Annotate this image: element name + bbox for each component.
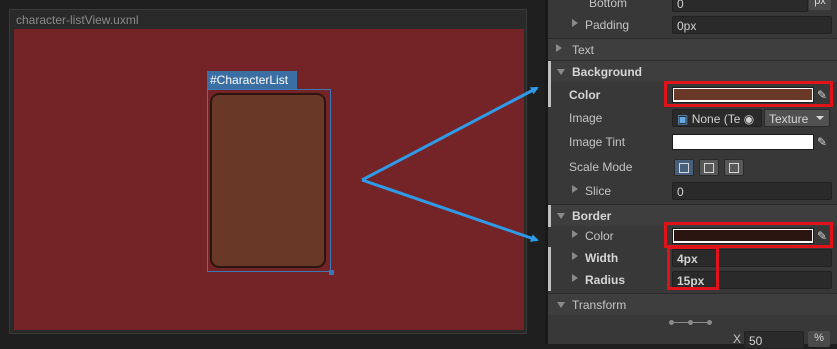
image-type-dropdown[interactable]: Texture xyxy=(764,109,830,127)
highlight-background-color xyxy=(664,81,833,107)
image-type-value: Texture xyxy=(769,112,809,126)
section-marker xyxy=(548,205,551,227)
inspector-panel: Bottom 0 px Padding 0px Text Background … xyxy=(548,0,837,349)
image-row: Image ▣ None (Te ◉ Texture xyxy=(548,107,837,129)
border-color-label: Color xyxy=(585,229,614,243)
background-section-header[interactable]: Background xyxy=(548,60,837,83)
origin-dot xyxy=(707,320,712,325)
text-section-label: Text xyxy=(572,43,595,57)
transform-x-field[interactable]: 50 xyxy=(744,331,804,349)
scale-and-crop-button[interactable] xyxy=(699,159,719,176)
eyedropper-icon[interactable]: ✎ xyxy=(817,135,827,149)
highlight-border-color xyxy=(664,222,833,248)
text-section-header[interactable]: Text xyxy=(548,38,837,60)
image-tint-row: Image Tint ✎ xyxy=(548,131,837,153)
element-tag[interactable]: #CharacterList xyxy=(207,71,297,89)
texture-icon: ▣ xyxy=(677,112,689,126)
border-width-label: Width xyxy=(585,251,619,265)
image-tint-label: Image Tint xyxy=(569,135,626,149)
image-value: None (Te xyxy=(691,112,741,126)
resize-handle[interactable] xyxy=(329,270,334,275)
expand-icon[interactable] xyxy=(572,252,578,260)
border-radius-label: Radius xyxy=(585,273,626,287)
fit-icon xyxy=(729,162,739,173)
override-marker xyxy=(548,247,551,269)
image-label: Image xyxy=(569,111,603,125)
override-marker xyxy=(548,269,551,291)
slice-field[interactable]: 0 xyxy=(672,182,832,200)
expand-icon[interactable] xyxy=(572,19,578,27)
image-tint-field[interactable] xyxy=(672,134,814,150)
character-list-visual xyxy=(210,93,326,268)
stretch-icon xyxy=(679,162,689,173)
transform-x-row: X 50 % xyxy=(548,326,837,349)
padding-field[interactable]: 0px xyxy=(672,16,832,34)
scale-to-fit-button[interactable] xyxy=(724,159,744,176)
background-color-label: Color xyxy=(569,88,601,102)
section-marker xyxy=(548,61,551,83)
background-section-label: Background xyxy=(572,65,643,79)
transform-x-unit[interactable]: % xyxy=(808,331,830,347)
viewport-title: character-listView.uxml xyxy=(16,13,139,27)
object-picker-icon[interactable]: ◉ xyxy=(744,112,754,126)
image-object-field[interactable]: ▣ None (Te ◉ xyxy=(672,109,762,127)
override-marker xyxy=(548,83,551,107)
bottom-row: Bottom 0 px xyxy=(548,0,837,14)
stretch-to-fill-button[interactable] xyxy=(674,159,694,176)
scale-mode-row: Scale Mode xyxy=(548,156,837,178)
origin-dot xyxy=(669,320,674,325)
highlight-width-radius xyxy=(667,246,719,290)
bottom-label: Bottom xyxy=(589,0,628,10)
character-list-element[interactable] xyxy=(207,89,334,275)
expand-icon[interactable] xyxy=(572,185,578,193)
expand-icon[interactable] xyxy=(572,274,578,282)
slice-label: Slice xyxy=(585,184,612,198)
collapse-icon[interactable] xyxy=(557,69,565,75)
padding-row[interactable]: Padding 0px xyxy=(548,14,837,36)
chevron-down-icon xyxy=(816,116,824,120)
bottom-unit[interactable]: px xyxy=(809,0,831,10)
padding-label: Padding xyxy=(585,18,630,32)
expand-icon[interactable] xyxy=(572,230,578,238)
image-tint-swatch xyxy=(674,136,812,147)
expand-icon[interactable] xyxy=(556,44,562,52)
origin-dot xyxy=(688,320,693,325)
collapse-icon[interactable] xyxy=(557,213,565,219)
transform-section-label: Transform xyxy=(572,298,627,312)
collapse-icon[interactable] xyxy=(557,302,565,308)
crop-icon xyxy=(704,162,714,173)
transform-section-header[interactable]: Transform xyxy=(548,293,837,315)
scale-mode-label: Scale Mode xyxy=(569,160,633,174)
slice-row[interactable]: Slice 0 xyxy=(548,180,837,202)
border-section-label: Border xyxy=(572,209,612,223)
bottom-field[interactable]: 0 xyxy=(672,0,808,12)
